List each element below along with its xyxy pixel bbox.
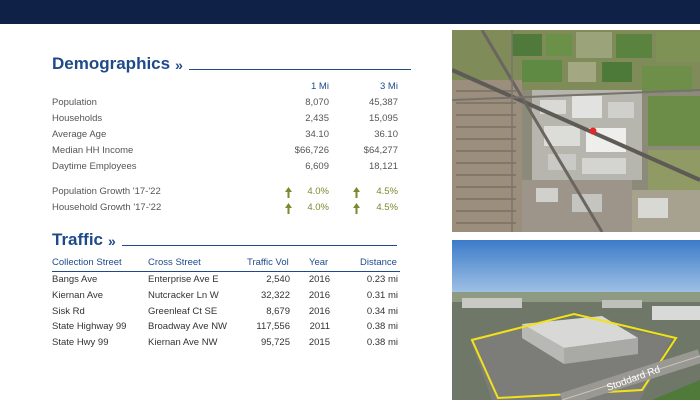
cell-collection-street: Sisk Rd	[52, 306, 85, 317]
cell-distance: 0.34 mi	[366, 306, 398, 317]
growth-label: Population Growth '17-'22	[52, 186, 161, 197]
demographics-col-1mi: 1 Mi	[311, 81, 329, 92]
row-value-3mi: 15,095	[368, 113, 398, 124]
row-label: Daytime Employees	[52, 161, 137, 172]
demographics-rule	[188, 69, 411, 70]
cell-traffic-vol: 32,322	[260, 290, 290, 301]
row-label: Median HH Income	[52, 145, 134, 156]
growth-up-arrow-icon	[285, 187, 292, 198]
traffic-col-cross-street: Cross Street	[148, 257, 201, 268]
cell-distance: 0.38 mi	[366, 321, 398, 332]
traffic-title: Traffic	[52, 230, 104, 249]
traffic-col-year: Year	[309, 257, 329, 268]
demographics-row: Median HH Income $66,726 $64,277	[52, 145, 400, 161]
cell-collection-street: State Highway 99	[52, 321, 127, 332]
table-row: Sisk Rd Greenleaf Ct SE 8,679 2016 0.34 …	[52, 306, 400, 322]
traffic-chevron-icon: »	[108, 233, 116, 249]
cell-cross-street: Broadway Ave NW	[148, 321, 228, 332]
cell-year: 2015	[308, 337, 330, 348]
cell-year: 2016	[308, 274, 330, 285]
row-value-1mi: $66,726	[294, 145, 329, 156]
top-banner	[0, 0, 700, 24]
growth-value-3mi: 4.5%	[376, 202, 398, 213]
growth-label: Household Growth '17-'22	[52, 202, 162, 213]
cell-year: 2016	[308, 290, 330, 301]
table-row: Kiernan Ave Nutcracker Ln W 32,322 2016 …	[52, 290, 400, 306]
cell-distance: 0.38 mi	[366, 337, 398, 348]
row-value-3mi: 18,121	[368, 161, 398, 172]
row-value-1mi: 2,435	[305, 113, 329, 124]
cell-collection-street: State Hwy 99	[52, 337, 109, 348]
table-row: State Hwy 99 Kiernan Ave NW 95,725 2015 …	[52, 337, 400, 353]
traffic-col-collection-street: Collection Street	[52, 257, 122, 268]
growth-row: Household Growth '17-'22 4.0% 4.5%	[52, 202, 400, 218]
row-value-1mi: 34.10	[305, 129, 329, 140]
cell-distance: 0.31 mi	[366, 290, 398, 301]
cell-year: 2016	[308, 306, 330, 317]
growth-up-arrow-icon	[285, 203, 292, 214]
traffic-col-distance: Distance	[360, 257, 397, 268]
cell-traffic-vol: 8,679	[266, 306, 290, 317]
row-label: Population	[52, 97, 97, 108]
cell-traffic-vol: 117,556	[256, 321, 290, 332]
row-value-3mi: 36.10	[374, 129, 398, 140]
growth-value-1mi: 4.0%	[307, 186, 329, 197]
traffic-heading: Traffic »	[52, 230, 397, 250]
cell-year: 2011	[309, 321, 330, 332]
traffic-rule	[121, 245, 397, 246]
row-value-3mi: 45,387	[368, 97, 398, 108]
demographics-title: Demographics	[52, 54, 171, 73]
growth-row: Population Growth '17-'22 4.0% 4.5%	[52, 186, 400, 202]
growth-value-1mi: 4.0%	[307, 202, 329, 213]
cell-cross-street: Nutcracker Ln W	[148, 290, 219, 301]
cell-traffic-vol: 95,725	[260, 337, 290, 348]
table-row: State Highway 99 Broadway Ave NW 117,556…	[52, 321, 400, 337]
row-label: Average Age	[52, 129, 107, 140]
row-value-1mi: 6,609	[305, 161, 329, 172]
row-value-3mi: $64,277	[363, 145, 398, 156]
table-row: Bangs Ave Enterprise Ave E 2,540 2016 0.…	[52, 274, 400, 290]
cell-collection-street: Kiernan Ave	[52, 290, 104, 301]
demographics-row: Population 8,070 45,387	[52, 97, 400, 113]
traffic-col-traffic-vol: Traffic Vol	[247, 257, 289, 268]
property-aerial-photo: Stoddard Rd	[452, 240, 700, 400]
cell-cross-street: Greenleaf Ct SE	[148, 306, 218, 317]
demographics-heading: Demographics »	[52, 54, 411, 74]
cell-collection-street: Bangs Ave	[52, 274, 98, 285]
demographics-chevron-icon: »	[175, 57, 183, 73]
demographics-row: Daytime Employees 6,609 18,121	[52, 161, 400, 177]
demographics-col-3mi: 3 Mi	[380, 81, 398, 92]
cell-traffic-vol: 2,540	[266, 274, 290, 285]
cell-distance: 0.23 mi	[366, 274, 398, 285]
growth-up-arrow-icon	[353, 187, 360, 198]
cell-cross-street: Kiernan Ave NW	[148, 337, 218, 348]
growth-value-3mi: 4.5%	[376, 186, 398, 197]
row-value-1mi: 8,070	[305, 97, 329, 108]
growth-up-arrow-icon	[353, 203, 360, 214]
demographics-row: Households 2,435 15,095	[52, 113, 400, 129]
aerial-map-photo	[452, 30, 700, 232]
traffic-header-divider	[52, 271, 400, 272]
cell-cross-street: Enterprise Ave E	[148, 274, 219, 285]
demographics-row: Average Age 34.10 36.10	[52, 129, 400, 145]
location-pin-icon	[589, 127, 597, 135]
row-label: Households	[52, 113, 103, 124]
